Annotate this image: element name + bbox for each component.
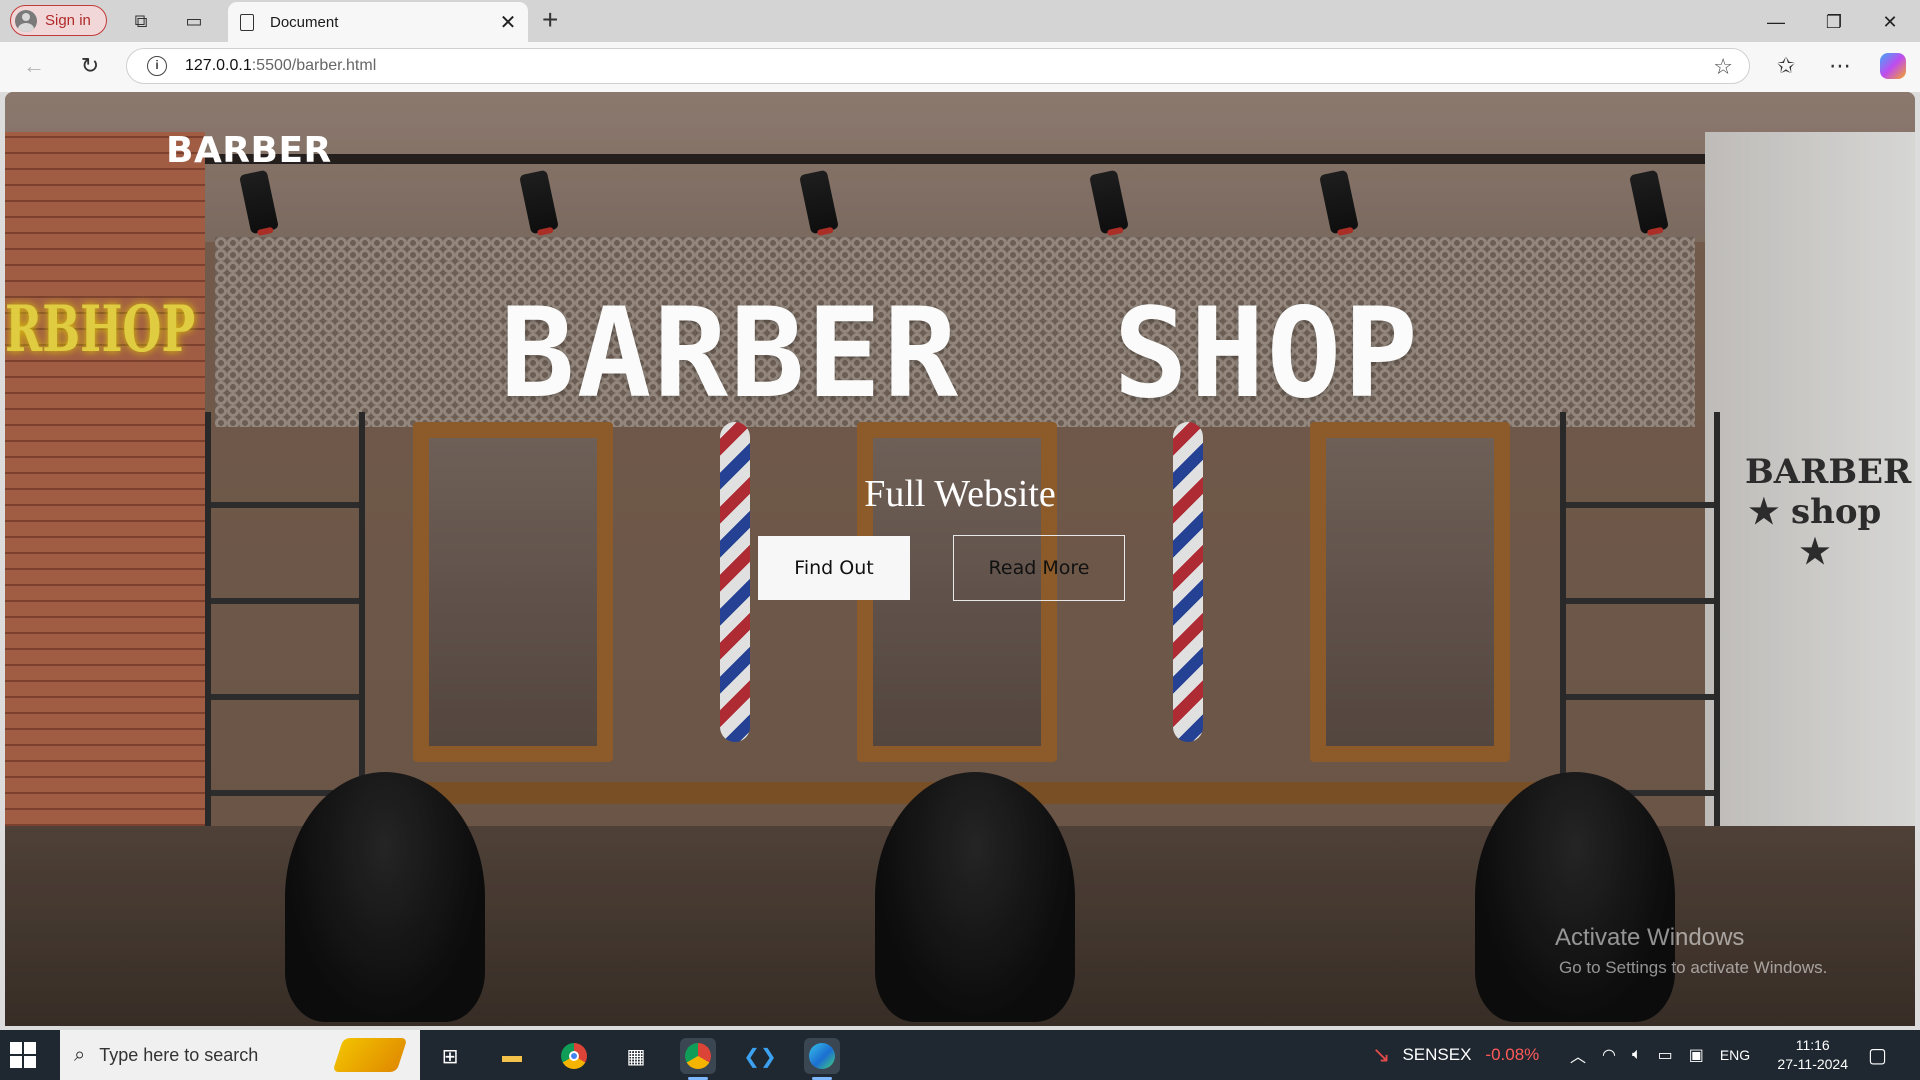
favorite-star-icon[interactable]: ☆ bbox=[1713, 54, 1733, 80]
watermark-title: Activate Windows bbox=[1555, 924, 1745, 951]
close-tab-icon[interactable]: ✕ bbox=[496, 10, 520, 35]
clock-date: 27-11-2024 bbox=[1777, 1056, 1848, 1072]
vscode-icon[interactable]: ❮❯ bbox=[742, 1038, 778, 1074]
browser-toolbar: ← ↻ i 127.0.0.1:5500/barber.html ☆ ✩ ⋯ bbox=[0, 42, 1920, 92]
more-menu-icon[interactable]: ⋯ bbox=[1826, 52, 1854, 80]
notifications-icon[interactable]: ▢ bbox=[1868, 1030, 1887, 1080]
hero-title: BARBER SHOP bbox=[500, 282, 1420, 426]
activate-windows-watermark: Activate Windows Go to Settings to activ… bbox=[1555, 924, 1827, 978]
restore-icon[interactable]: ❐ bbox=[1820, 8, 1848, 36]
vertical-tabs-icon[interactable]: ▭ bbox=[183, 10, 205, 32]
find-out-button[interactable]: Find Out bbox=[758, 536, 910, 600]
search-icon: ⌕ bbox=[74, 1043, 86, 1066]
site-logo[interactable]: BARBER bbox=[166, 130, 332, 171]
window-close-icon[interactable]: ✕ bbox=[1876, 8, 1904, 36]
favorites-icon[interactable]: ✩ bbox=[1772, 52, 1800, 80]
document-icon bbox=[240, 13, 254, 31]
sign-in-label: Sign in bbox=[45, 12, 91, 29]
url-host: 127.0.0.1 bbox=[185, 57, 252, 74]
wifi-icon[interactable]: ◠ bbox=[1602, 1045, 1616, 1065]
address-bar[interactable]: i 127.0.0.1:5500/barber.html ☆ bbox=[126, 48, 1750, 84]
workspaces-icon[interactable]: ⧉ bbox=[130, 10, 152, 32]
tab-title: Document bbox=[270, 13, 339, 31]
back-arrow-icon[interactable]: ← bbox=[20, 52, 48, 80]
show-hidden-icons-icon[interactable]: ︿ bbox=[1570, 1043, 1586, 1067]
barber-landing-page: RBHOP BARBER ★ shop ★ BARBER BARBER SHOP… bbox=[5, 92, 1915, 1026]
edge-icon[interactable] bbox=[804, 1038, 840, 1080]
new-tab-icon[interactable]: + bbox=[542, 6, 558, 34]
language-indicator[interactable]: ENG bbox=[1720, 1047, 1750, 1063]
hero-subtitle: Full Website bbox=[864, 473, 1056, 515]
search-highlight-icon bbox=[332, 1038, 408, 1072]
site-info-icon[interactable]: i bbox=[147, 56, 167, 76]
read-more-button[interactable]: Read More bbox=[953, 535, 1125, 601]
windows-start-icon[interactable] bbox=[10, 1042, 36, 1068]
minimize-icon[interactable]: — bbox=[1762, 8, 1790, 36]
watermark-subtitle: Go to Settings to activate Windows. bbox=[1559, 958, 1828, 977]
ticker-name: SENSEX bbox=[1402, 1045, 1472, 1064]
stock-ticker-widget[interactable]: ↘ SENSEX -0.08% bbox=[1372, 1030, 1539, 1080]
volume-icon[interactable]: 🔈︎ bbox=[1632, 1046, 1642, 1064]
reload-icon[interactable]: ↻ bbox=[76, 52, 104, 80]
battery-icon[interactable]: ▭ bbox=[1658, 1045, 1673, 1065]
tab-document[interactable]: Document ✕ bbox=[228, 2, 528, 42]
ticker-value: -0.08% bbox=[1485, 1045, 1540, 1064]
chrome-icon[interactable] bbox=[556, 1038, 592, 1074]
network-icon[interactable]: ▣ bbox=[1689, 1045, 1704, 1065]
file-explorer-icon[interactable]: ▬ bbox=[494, 1038, 530, 1074]
stock-chart-icon: ↘ bbox=[1372, 1042, 1391, 1067]
copilot-icon[interactable] bbox=[1880, 53, 1906, 79]
profile-avatar-icon bbox=[15, 9, 37, 32]
chrome-profile-icon[interactable] bbox=[680, 1038, 716, 1080]
microsoft-store-icon[interactable]: ▦ bbox=[618, 1038, 654, 1074]
clock-time: 11:16 bbox=[1795, 1037, 1830, 1053]
windows-taskbar: ⌕ Type here to search ⊞ ▬ ▦ ❮❯ ↘ SENSEX … bbox=[0, 1030, 1920, 1080]
clock[interactable]: 11:16 27-11-2024 bbox=[1777, 1036, 1848, 1074]
browser-tab-bar: Sign in ⧉ ▭ Document ✕ + — ❐ ✕ bbox=[0, 0, 1920, 42]
url-path: :5500/barber.html bbox=[251, 57, 377, 74]
task-view-icon[interactable]: ⊞ bbox=[432, 1038, 468, 1074]
search-placeholder: Type here to search bbox=[99, 1044, 259, 1065]
taskbar-search-box[interactable]: ⌕ Type here to search bbox=[60, 1030, 420, 1080]
sign-in-button[interactable]: Sign in bbox=[10, 5, 107, 36]
system-tray: ︿ ◠ 🔈︎ ▭ ▣ ENG bbox=[1570, 1030, 1750, 1080]
